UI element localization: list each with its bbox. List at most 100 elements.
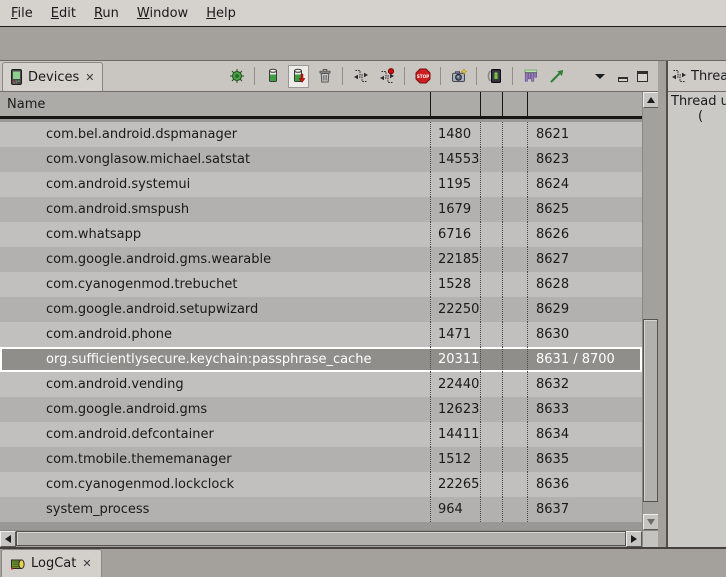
cell-port: 8626 xyxy=(527,222,642,247)
maximize-button[interactable] xyxy=(635,69,650,84)
menu-file[interactable]: File xyxy=(2,2,42,25)
tab-devices[interactable]: Devices ✕ xyxy=(2,62,103,91)
table-row[interactable]: com.android.vending224408632 xyxy=(0,372,642,397)
table-row[interactable]: com.vonglasow.michael.satstat145538623 xyxy=(0,147,642,172)
table-row[interactable]: com.cyanogenmod.trebuchet15288628 xyxy=(0,272,642,297)
scroll-down-button[interactable] xyxy=(643,514,659,530)
table-row[interactable]: com.android.phone14718630 xyxy=(0,322,642,347)
cell-c3 xyxy=(480,247,502,272)
start-trace-button[interactable] xyxy=(546,65,567,88)
cell-name: com.android.phone xyxy=(0,322,430,347)
cell-pid: 1528 xyxy=(430,272,480,297)
menu-edit[interactable]: Edit xyxy=(42,2,85,25)
vertical-scroll-track[interactable] xyxy=(643,108,658,514)
stop-process-button[interactable]: STOP xyxy=(412,65,433,88)
scroll-up-button[interactable] xyxy=(643,92,659,108)
cell-pid: 22185 xyxy=(430,247,480,272)
menu-window[interactable]: Window xyxy=(128,2,197,25)
cell-c4 xyxy=(502,372,527,397)
view-menu-button[interactable] xyxy=(589,65,610,88)
tab-threads-label[interactable]: Threa xyxy=(691,69,726,84)
debug-process-button[interactable] xyxy=(226,65,247,88)
arrow-down-icon xyxy=(647,519,655,525)
table-row[interactable]: com.tmobile.thememanager15128635 xyxy=(0,447,642,472)
close-icon[interactable]: ✕ xyxy=(81,557,92,570)
table-row[interactable]: com.cyanogenmod.lockclock222658636 xyxy=(0,472,642,497)
threads-icon xyxy=(671,68,687,84)
capture-video-button[interactable] xyxy=(484,65,505,88)
update-threads-button[interactable] xyxy=(350,65,371,88)
dump-hprof-icon xyxy=(291,68,307,84)
vertical-scroll-thumb[interactable] xyxy=(643,319,658,502)
table-row[interactable]: com.android.smspush16798625 xyxy=(0,197,642,222)
bug-icon xyxy=(229,68,245,84)
table-row[interactable]: com.google.android.setupwizard222508629 xyxy=(0,297,642,322)
start-method-profiling-button[interactable] xyxy=(376,65,397,88)
table-row[interactable]: com.bel.android.dspmanager14808621 xyxy=(0,122,642,147)
cell-name: com.google.android.gms xyxy=(0,397,430,422)
cell-name: com.tmobile.thememanager xyxy=(0,447,430,472)
column-header-port[interactable] xyxy=(527,92,642,116)
cell-port: 8633 xyxy=(527,397,642,422)
column-header-4[interactable] xyxy=(502,92,527,116)
toolbar-separator xyxy=(342,67,343,85)
table-header: Name xyxy=(0,92,642,119)
tab-logcat[interactable]: LogCat ✕ xyxy=(1,549,102,577)
vertical-scrollbar[interactable] xyxy=(642,92,658,530)
tab-devices-label: Devices xyxy=(28,70,79,85)
heap-icon xyxy=(265,68,281,84)
table-row[interactable]: org.sufficientlysecure.keychain:passphra… xyxy=(0,347,642,372)
arrow-up-icon xyxy=(647,97,655,103)
horizontal-scroll-track[interactable] xyxy=(16,531,626,547)
cell-c3 xyxy=(480,447,502,472)
minimize-button[interactable] xyxy=(615,69,630,84)
threads-message-line1: Thread up xyxy=(668,94,726,109)
panel-sash[interactable] xyxy=(658,61,666,547)
cell-c3 xyxy=(480,147,502,172)
menu-help[interactable]: Help xyxy=(197,2,245,25)
cell-name: com.cyanogenmod.lockclock xyxy=(0,472,430,497)
hierarchy-icon xyxy=(523,68,539,84)
cell-c4 xyxy=(502,297,527,322)
cell-c3 xyxy=(480,197,502,222)
close-icon[interactable]: ✕ xyxy=(84,71,95,84)
cell-name: com.google.android.gms.wearable xyxy=(0,247,430,272)
cell-pid: 6716 xyxy=(430,222,480,247)
dump-hprof-button[interactable] xyxy=(288,65,309,88)
menu-run[interactable]: Run xyxy=(85,2,128,25)
cell-c3 xyxy=(480,122,502,147)
scroll-right-button[interactable] xyxy=(626,531,642,547)
cell-c4 xyxy=(502,247,527,272)
scroll-left-button[interactable] xyxy=(0,531,16,547)
horizontal-scrollbar[interactable] xyxy=(0,531,642,547)
cell-port: 8629 xyxy=(527,297,642,322)
cell-c3 xyxy=(480,297,502,322)
toolbar-separator xyxy=(476,67,477,85)
cause-gc-button[interactable] xyxy=(314,65,335,88)
table-row[interactable]: com.android.systemui11958624 xyxy=(0,172,642,197)
table-row[interactable]: com.whatsapp67168626 xyxy=(0,222,642,247)
screen-capture-button[interactable] xyxy=(448,65,469,88)
trace-arrow-icon xyxy=(549,68,565,84)
table-row[interactable]: com.android.defcontainer144118634 xyxy=(0,422,642,447)
cell-pid: 14553 xyxy=(430,147,480,172)
column-header-pid[interactable] xyxy=(430,92,480,116)
update-heap-button[interactable] xyxy=(262,65,283,88)
method-profiling-icon xyxy=(379,68,395,84)
view-hierarchy-button[interactable] xyxy=(520,65,541,88)
cell-name: com.android.vending xyxy=(0,372,430,397)
cell-pid: 1512 xyxy=(430,447,480,472)
table-row[interactable]: system_process9648637 xyxy=(0,497,642,522)
threads-message-line2: ( xyxy=(668,109,726,124)
column-header-name[interactable]: Name xyxy=(0,92,430,116)
cell-c4 xyxy=(502,172,527,197)
column-header-3[interactable] xyxy=(480,92,502,116)
cell-name: org.sufficientlysecure.keychain:passphra… xyxy=(0,347,430,372)
table-row[interactable]: com.google.android.gms126238633 xyxy=(0,397,642,422)
table-row[interactable]: com.google.android.gms.wearable221858627 xyxy=(0,247,642,272)
main-area: Devices ✕ xyxy=(0,61,726,547)
cell-port: 8625 xyxy=(527,197,642,222)
cell-pid: 1480 xyxy=(430,122,480,147)
horizontal-scroll-thumb[interactable] xyxy=(16,531,626,546)
cell-name: com.vonglasow.michael.satstat xyxy=(0,147,430,172)
